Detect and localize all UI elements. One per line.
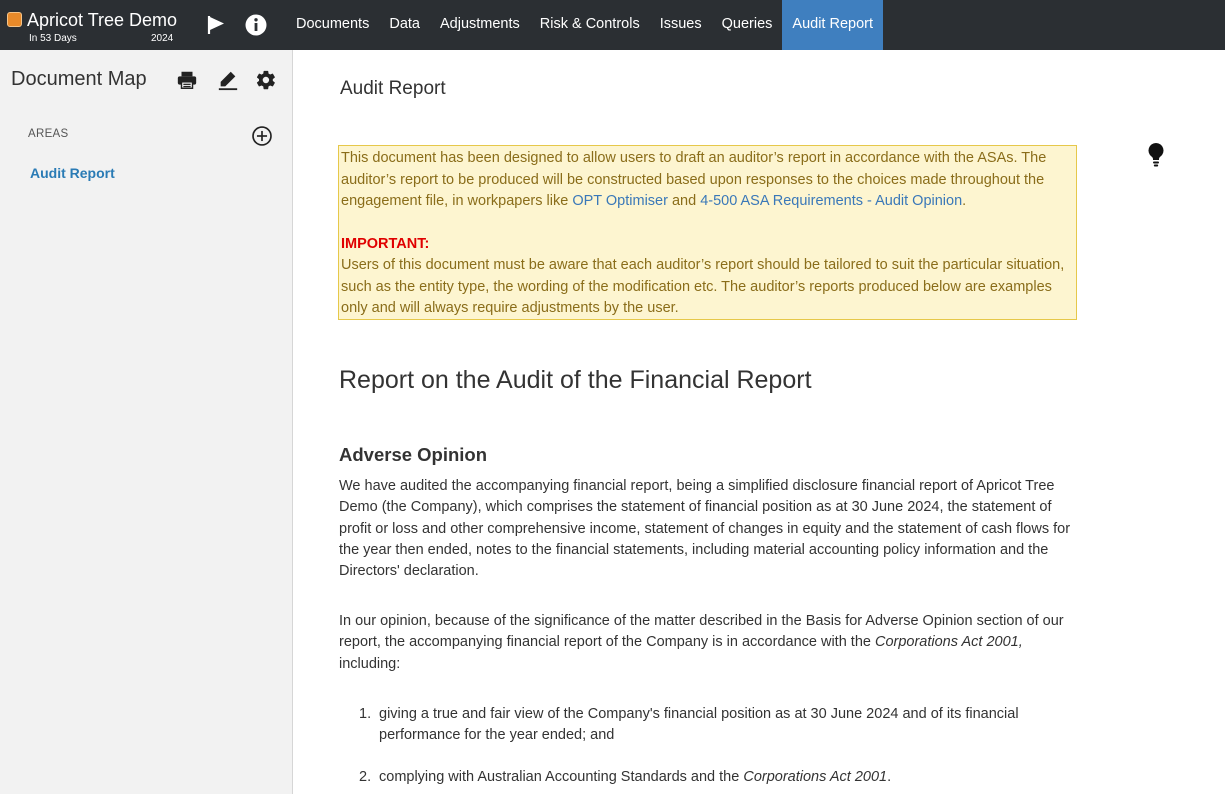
app-brand[interactable]: Apricot Tree Demo In 53 Days 2024 — [6, 10, 196, 46]
document-map-sidebar: Document Map AREAS Audit Report — [0, 50, 293, 794]
corporations-act-ref: Corporations Act 2001, — [874, 634, 1023, 651]
app-logo-icon — [7, 12, 22, 27]
nav-queries[interactable]: Queries — [712, 0, 783, 50]
engagement-year: 2024 — [151, 33, 174, 44]
report-heading: Report on the Audit of the Financial Rep… — [339, 366, 812, 394]
opinion-subheading: Adverse Opinion — [339, 444, 488, 465]
sign-icon[interactable] — [217, 69, 239, 91]
opinion-text-end: including: — [339, 655, 401, 672]
gear-icon[interactable] — [255, 69, 277, 91]
lightbulb-icon[interactable] — [1146, 142, 1166, 168]
page-title: Audit Report — [340, 78, 446, 99]
important-label: IMPORTANT: — [341, 235, 430, 252]
corporations-act-ref: Corporations Act 2001 — [743, 769, 888, 785]
list-number: 2. — [359, 769, 372, 785]
sidebar-title: Document Map — [11, 68, 147, 90]
areas-label: AREAS — [28, 128, 69, 140]
nav-audit-report[interactable]: Audit Report — [782, 0, 884, 50]
note-intro: This document has been designed to allow… — [341, 148, 1074, 213]
nav-risk-controls[interactable]: Risk & Controls — [530, 0, 650, 50]
asa-requirements-link[interactable]: 4-500 ASA Requirements - Audit Opinion — [700, 193, 962, 209]
print-icon[interactable] — [176, 69, 198, 91]
nav-documents[interactable]: Documents — [286, 0, 379, 50]
note-and: and — [667, 193, 701, 209]
list-text-wrap: complying with Australian Accounting Sta… — [379, 767, 1059, 788]
guidance-note: This document has been designed to allow… — [338, 145, 1077, 320]
document-content: Audit Report This document has been desi… — [293, 50, 1225, 794]
list-item: 1. giving a true and fair view of the Co… — [359, 704, 1059, 747]
nav-adjustments[interactable]: Adjustments — [430, 0, 530, 50]
list-text-end: . — [887, 769, 892, 785]
list-item: 2. complying with Australian Accounting … — [359, 767, 1059, 788]
main-nav: Documents Data Adjustments Risk & Contro… — [286, 0, 884, 50]
nav-issues[interactable]: Issues — [650, 0, 712, 50]
nav-data[interactable]: Data — [379, 0, 430, 50]
note-period: . — [962, 193, 967, 209]
important-text: Users of this document must be aware tha… — [341, 257, 1065, 316]
opinion-paragraph: In our opinion, because of the significa… — [339, 611, 1081, 675]
info-icon[interactable] — [244, 13, 268, 37]
list-number: 1. — [359, 706, 372, 722]
top-bar: Apricot Tree Demo In 53 Days 2024 Docume… — [0, 0, 1225, 50]
plus-circle-icon[interactable] — [251, 125, 273, 147]
list-text: giving a true and fair view of the Compa… — [379, 706, 1019, 744]
flag-icon[interactable] — [205, 13, 229, 37]
sidebar-item-audit-report[interactable]: Audit Report — [30, 165, 115, 181]
audit-scope-paragraph: We have audited the accompanying financi… — [339, 478, 1071, 580]
due-countdown: In 53 Days — [29, 33, 77, 44]
app-title: Apricot Tree Demo — [27, 10, 178, 30]
list-text: complying with Australian Accounting Sta… — [379, 769, 744, 785]
opt-optimiser-link[interactable]: OPT Optimiser — [572, 193, 668, 209]
